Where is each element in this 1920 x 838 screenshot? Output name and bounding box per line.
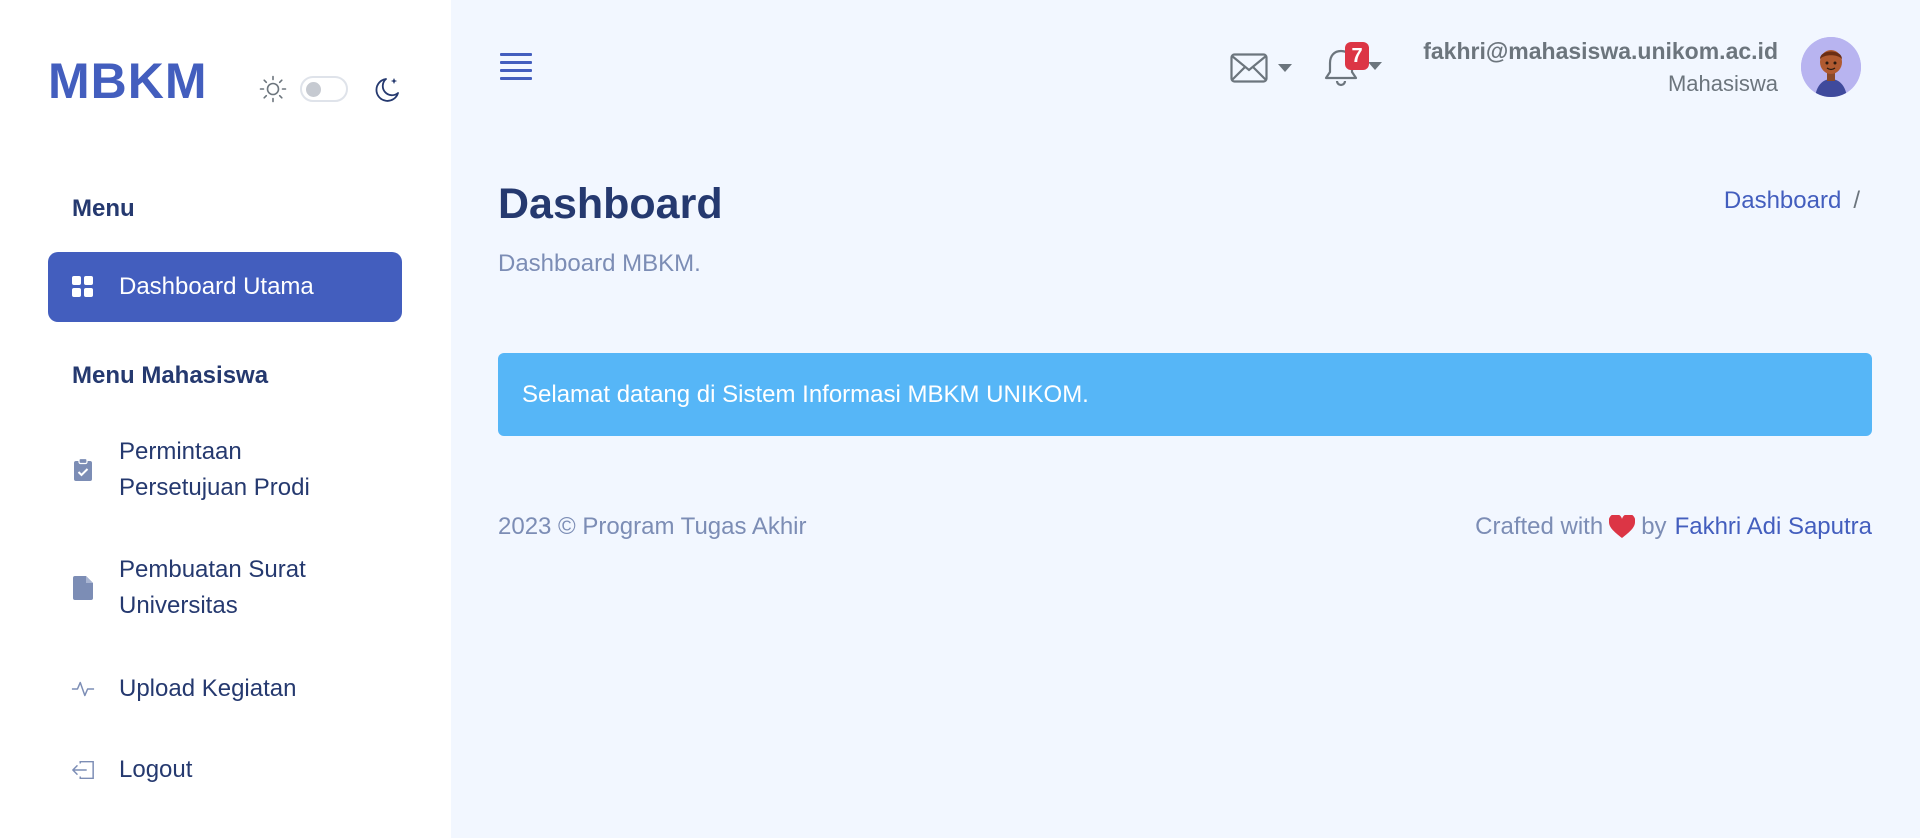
dark-mode-switch[interactable] <box>300 76 348 102</box>
footer-by-text: by <box>1641 513 1667 540</box>
page-subtitle: Dashboard MBKM. <box>498 250 701 277</box>
page-title: Dashboard <box>498 180 723 228</box>
breadcrumb: Dashboard / <box>1724 187 1860 215</box>
user-email: fakhri@mahasiswa.unikom.ac.id <box>1423 38 1778 64</box>
sidebar: MBKM Menu Dashboard Utama Menu Mahasiswa… <box>0 0 451 838</box>
welcome-alert-text: Selamat datang di Sistem Informasi MBKM … <box>522 380 1089 408</box>
footer-author-link[interactable]: Fakhri Adi Saputra <box>1675 513 1872 541</box>
user-info[interactable]: fakhri@mahasiswa.unikom.ac.id Mahasiswa <box>1423 38 1778 97</box>
sidebar-item-permintaan-persetujuan-prodi[interactable]: Permintaan Persetujuan Prodi <box>48 432 402 508</box>
footer-credit: Crafted with by Fakhri Adi Saputra <box>1475 513 1872 541</box>
moon-stars-icon <box>375 78 399 102</box>
avatar[interactable] <box>1801 37 1861 97</box>
bell-wrapper: 7 <box>1324 42 1369 87</box>
sidebar-item-label: Dashboard Utama <box>119 273 314 300</box>
file-icon <box>71 576 95 600</box>
welcome-alert: Selamat datang di Sistem Informasi MBKM … <box>498 353 1872 436</box>
sidebar-item-logout[interactable]: Logout <box>48 750 402 790</box>
chevron-down-icon <box>1278 64 1292 72</box>
activity-icon <box>71 677 95 701</box>
sidebar-item-upload-kegiatan[interactable]: Upload Kegiatan <box>48 669 402 709</box>
menu-mahasiswa-section-title: Menu Mahasiswa <box>72 362 269 389</box>
sidebar-item-dashboard-utama[interactable]: Dashboard Utama <box>48 252 402 322</box>
sidebar-item-pembuatan-surat-universitas[interactable]: Pembuatan Surat Universitas <box>48 550 402 626</box>
breadcrumb-separator: / <box>1853 187 1860 214</box>
sun-icon <box>259 75 287 103</box>
hamburger-menu-icon[interactable] <box>500 53 532 81</box>
sidebar-item-label: Pembuatan Surat Universitas <box>119 556 306 619</box>
avatar-illustration <box>1801 37 1861 97</box>
clipboard-check-icon <box>71 458 95 482</box>
mail-dropdown-button[interactable] <box>1230 50 1296 86</box>
heart-icon <box>1609 515 1636 539</box>
sidebar-item-label: Logout <box>119 756 193 783</box>
footer-copyright: 2023 © Program Tugas Akhir <box>498 513 807 540</box>
grid-icon <box>71 275 95 299</box>
theme-toggle <box>258 74 408 103</box>
footer-crafted-text: Crafted with <box>1475 513 1604 540</box>
logout-icon <box>71 758 95 782</box>
switch-knob <box>306 82 321 97</box>
menu-section-title: Menu <box>72 195 135 222</box>
chevron-down-icon <box>1368 62 1382 70</box>
notification-dropdown-button[interactable]: 7 <box>1324 42 1390 88</box>
notification-count-badge: 7 <box>1345 42 1369 70</box>
envelope-icon <box>1230 53 1268 83</box>
app-logo[interactable]: MBKM <box>48 52 208 110</box>
sidebar-item-label: Permintaan Persetujuan Prodi <box>119 438 310 501</box>
breadcrumb-link-dashboard[interactable]: Dashboard <box>1724 187 1841 214</box>
sidebar-item-label: Upload Kegiatan <box>119 675 297 702</box>
user-role: Mahasiswa <box>1667 71 1778 96</box>
